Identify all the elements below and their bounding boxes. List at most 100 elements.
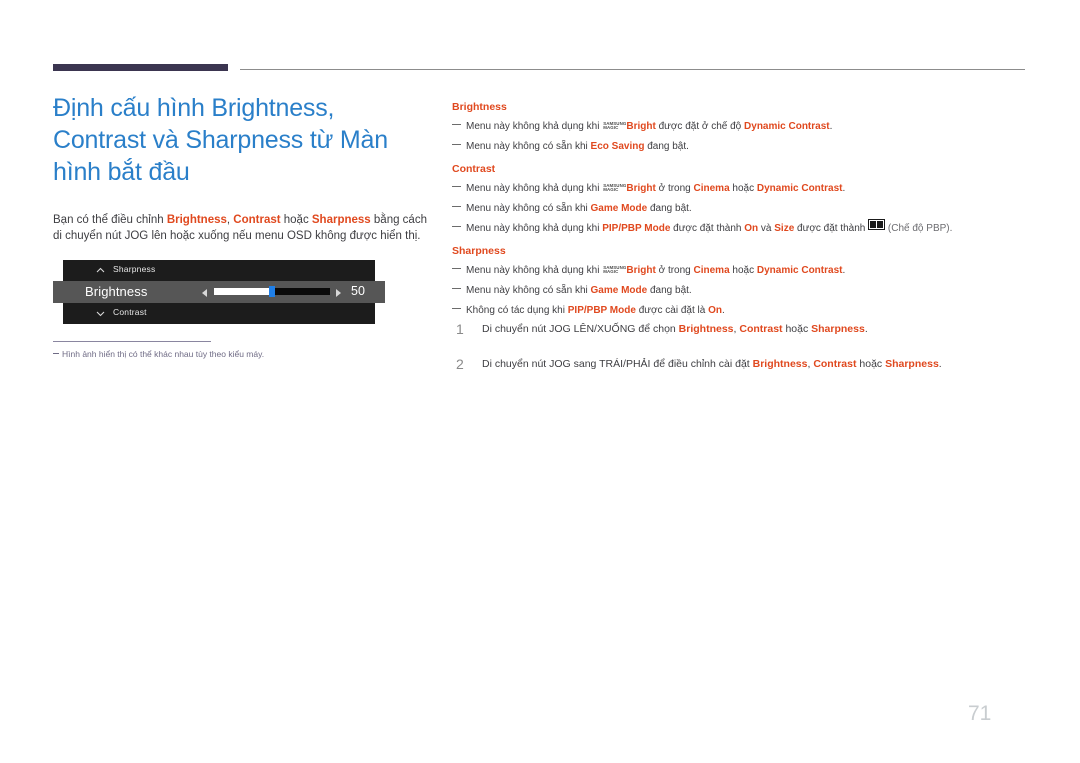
note-text: Menu này không có sẵn khi	[466, 285, 591, 296]
magic-logo-line-2: MAGIC	[603, 269, 619, 274]
osd-slider-thumb[interactable]	[269, 286, 275, 297]
note-text: hoặc	[729, 265, 757, 276]
header-divider-rule	[240, 69, 1025, 70]
note-text: được đặt ở chế độ	[655, 121, 745, 132]
footnote-text: Hình ảnh hiển thị có thể khác nhau tùy t…	[62, 349, 265, 359]
osd-increase-arrow-icon[interactable]	[336, 289, 341, 297]
highlight-term: Dynamic Contrast	[756, 265, 843, 276]
note-text: Menu này không có sẵn khi	[466, 141, 591, 152]
highlight-term: Cinema	[693, 265, 730, 276]
note-text: ở trong	[655, 183, 694, 194]
highlight-term: PIP/PBP Mode	[602, 223, 671, 234]
note-line: Menu này không có sẵn khi Eco Saving đan…	[452, 137, 1026, 157]
magic-logo-line-2: MAGIC	[603, 125, 619, 130]
highlight-term: Eco Saving	[590, 141, 645, 152]
note-dash-icon	[452, 206, 461, 207]
highlight-term: Contrast	[813, 358, 857, 370]
note-dash-icon	[452, 288, 461, 289]
step-item: 2 Di chuyển nút JOG sang TRÁI/PHẢI để điề…	[452, 357, 1026, 392]
note-text: Menu này không khả dụng khi	[466, 265, 603, 276]
right-column: Brightness Menu này không khả dụng khi SA…	[452, 100, 1026, 321]
step-item: 1 Di chuyển nút JOG LÊN/XUỐNG để chọn Bri…	[452, 322, 1026, 357]
osd-brightness-value: 50	[351, 284, 365, 298]
osd-contrast-label: Contrast	[113, 307, 147, 317]
footnote-dash-icon	[53, 353, 59, 354]
note-line: Menu này không khả dụng khi PIP/PBP Mode…	[452, 219, 1026, 239]
note-text: hoặc	[856, 358, 886, 370]
osd-menu-widget[interactable]: Sharpness Brightness 50 Contrast	[53, 260, 385, 324]
note-line: Menu này không có sẵn khi Game Mode đang…	[452, 281, 1026, 301]
note-text: .	[842, 183, 846, 194]
intro-text-3: hoặc	[280, 214, 312, 226]
note-text: Di chuyển nút JOG sang TRÁI/PHẢI để điều…	[482, 358, 753, 370]
note-line: Menu này không khả dụng khi SAMSUNG MAGIC…	[452, 261, 1026, 281]
note-text: được đặt thành	[794, 223, 869, 234]
header-accent-bar	[53, 64, 228, 71]
chevron-down-icon	[96, 309, 105, 318]
osd-row-sharpness[interactable]: Sharpness	[63, 260, 375, 281]
note-line: Menu này không có sẵn khi Game Mode đang…	[452, 199, 1026, 219]
highlight-term: Brightness	[752, 358, 808, 370]
note-dash-icon	[452, 268, 461, 269]
note-text: được đặt thành	[670, 223, 745, 234]
footnote: Hình ảnh hiển thị có thể khác nhau tùy t…	[53, 348, 433, 360]
note-text: .	[842, 265, 846, 276]
note-text: hoặc	[782, 323, 812, 335]
note-text: Di chuyển nút JOG LÊN/XUỐNG để chọn	[482, 323, 679, 335]
page-title: Định cấu hình Brightness, Contrast và Sh…	[53, 94, 388, 186]
osd-row-brightness-selected[interactable]: Brightness 50	[53, 281, 385, 303]
highlight-term: Bright	[626, 121, 656, 132]
highlight-term: On	[744, 223, 759, 234]
samsung-magic-logo-icon: SAMSUNG MAGIC	[603, 121, 626, 131]
note-line: Không có tác dụng khi PIP/PBP Mode được …	[452, 301, 1026, 321]
footnote-divider-rule	[53, 341, 211, 342]
note-text: và	[758, 223, 775, 234]
intro-highlight-contrast: Contrast	[233, 214, 281, 226]
highlight-term: Size	[774, 223, 795, 234]
note-text: ở trong	[655, 265, 694, 276]
osd-brightness-slider[interactable]	[214, 286, 330, 297]
osd-sharpness-label: Sharpness	[113, 264, 156, 274]
pbp-pane-right	[877, 221, 884, 228]
note-text: được cài đặt là	[635, 305, 709, 316]
section-heading-brightness: Brightness	[452, 101, 507, 113]
pbp-size-icon	[868, 219, 886, 230]
highlight-term: Dynamic Contrast	[744, 121, 830, 132]
note-dash-icon	[452, 144, 461, 145]
intro-text-1: Bạn có thể điều chỉnh	[53, 214, 167, 226]
osd-row-contrast[interactable]: Contrast	[63, 303, 375, 324]
samsung-magic-logo-icon: SAMSUNG MAGIC	[603, 265, 626, 275]
note-text: đang bật.	[647, 203, 692, 214]
note-text: Menu này không có sẵn khi	[466, 203, 591, 214]
highlight-term: Game Mode	[590, 203, 648, 214]
highlight-term: Bright	[626, 265, 656, 276]
muted-text: (Chế độ PBP).	[885, 223, 953, 234]
osd-decrease-arrow-icon[interactable]	[202, 289, 207, 297]
samsung-magic-logo-icon: SAMSUNG MAGIC	[603, 183, 626, 193]
highlight-term: Sharpness	[811, 323, 865, 335]
note-text: .	[938, 358, 942, 370]
note-text: Menu này không khả dụng khi	[466, 223, 603, 234]
note-text: Không có tác dụng khi	[466, 305, 568, 316]
highlight-term: Dynamic Contrast	[756, 183, 843, 194]
note-line: Menu này không khả dụng khi SAMSUNG MAGIC…	[452, 179, 1026, 199]
note-text: hoặc	[729, 183, 757, 194]
intro-highlight-brightness: Brightness	[166, 214, 227, 226]
intro-highlight-sharpness: Sharpness	[311, 214, 371, 226]
highlight-term: Sharpness	[885, 358, 939, 370]
note-text: .	[722, 305, 725, 316]
page-number: 71	[968, 702, 992, 725]
highlight-term: Contrast	[739, 323, 783, 335]
highlight-term: Cinema	[693, 183, 730, 194]
step-number: 1	[456, 321, 464, 337]
highlight-term: Brightness	[678, 323, 734, 335]
left-column: Định cấu hình Brightness, Contrast và Sh…	[53, 92, 433, 244]
note-text: .	[864, 323, 868, 335]
intro-paragraph: Bạn có thể điều chỉnh Brightness, Contra…	[53, 212, 433, 244]
section-heading-sharpness: Sharpness	[452, 245, 506, 257]
osd-slider-fill	[214, 288, 272, 295]
note-dash-icon	[452, 186, 461, 187]
osd-brightness-label: Brightness	[85, 284, 148, 299]
section-heading-contrast: Contrast	[452, 163, 496, 175]
note-text: Menu này không khả dụng khi	[466, 121, 603, 132]
